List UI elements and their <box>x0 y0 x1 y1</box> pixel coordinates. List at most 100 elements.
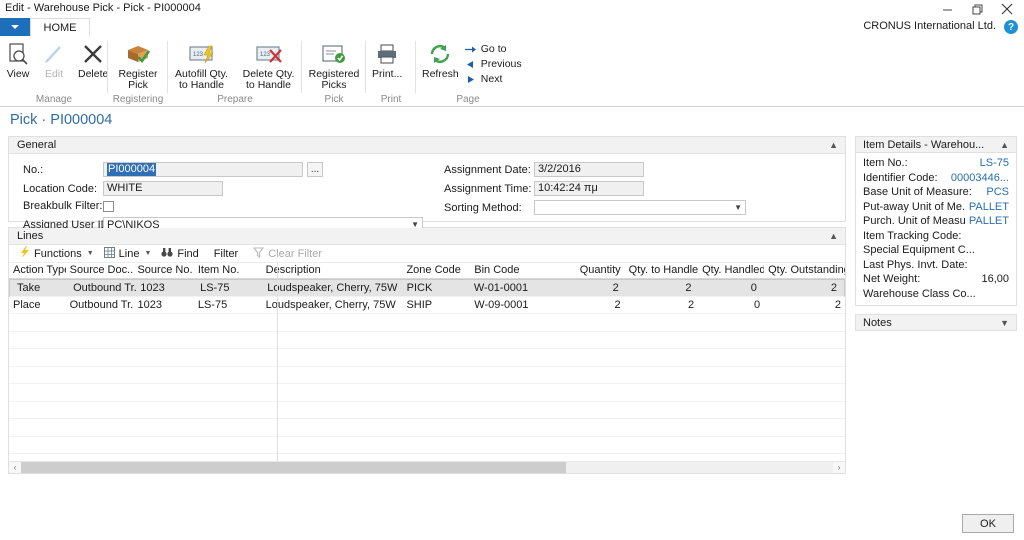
no-input[interactable]: PI000004 <box>103 162 303 177</box>
cell-bin_code[interactable]: W-01-0001 <box>470 282 559 294</box>
column-header-bin_code[interactable]: Bin Code <box>470 263 560 278</box>
autofill-qty-to-handle-button[interactable]: 123 Autofill Qty. to Handle <box>168 39 235 93</box>
chevron-up-icon[interactable]: ▲ <box>829 231 838 241</box>
functions-button[interactable]: Functions ▼ <box>17 246 101 262</box>
column-header-item_no[interactable]: Item No. <box>194 263 262 278</box>
scrollbar-thumb[interactable] <box>21 462 566 473</box>
location-code-input[interactable]: WHITE <box>103 181 223 196</box>
help-icon[interactable]: ? <box>1004 20 1018 34</box>
printer-icon <box>375 41 399 67</box>
cell-zone_code[interactable]: PICK <box>403 282 470 294</box>
notes-header[interactable]: Notes ▼ <box>855 314 1017 331</box>
restore-icon[interactable] <box>962 0 992 18</box>
table-row-empty[interactable] <box>9 332 845 349</box>
cell-bin_code[interactable]: W-09-0001 <box>470 299 560 311</box>
column-header-description[interactable]: Description <box>262 263 403 278</box>
item-details-title: Item Details - Warehou... <box>863 138 985 151</box>
assignment-time-input[interactable]: 10:42:24 πμ <box>534 181 644 196</box>
ribbon-group-prepare: 123 Autofill Qty. to Handle 123 Delete Q… <box>168 36 302 107</box>
cell-quantity[interactable]: 2 <box>561 299 625 311</box>
table-row-empty[interactable] <box>9 419 845 437</box>
lines-section-header[interactable]: Lines ▲ <box>9 228 845 245</box>
find-button[interactable]: Find <box>158 246 205 262</box>
line-button[interactable]: Line ▼ <box>101 246 159 262</box>
tab-home[interactable]: HOME <box>30 18 90 36</box>
cell-source_no[interactable]: 1023 <box>136 282 196 294</box>
view-button[interactable]: View <box>0 39 36 82</box>
edit-button[interactable]: Edit <box>36 39 72 82</box>
cell-qty_outstanding[interactable]: 2 <box>764 299 845 311</box>
cell-item_no[interactable]: LS-75 <box>194 299 262 311</box>
filter-button[interactable]: Filter <box>206 246 245 262</box>
column-header-action_type[interactable]: Action Type <box>9 263 66 278</box>
cell-action_type[interactable]: Place <box>9 299 66 311</box>
column-header-qty_to_handle[interactable]: Qty. to Handle <box>625 263 698 278</box>
refresh-button[interactable]: Refresh <box>416 39 465 82</box>
factbox-value[interactable]: PCS <box>986 186 1009 198</box>
general-section-header[interactable]: General ▲ <box>9 137 845 154</box>
page-nav-links: Go to Previous Next <box>464 39 522 85</box>
table-row-empty[interactable] <box>9 437 845 454</box>
table-row[interactable]: Take Outbound Tr... 1023 LS-75 Loudspeaker, … <box>9 279 845 297</box>
table-row-empty[interactable] <box>9 367 845 384</box>
chevron-up-icon[interactable]: ▲ <box>829 140 838 150</box>
item-details-header[interactable]: Item Details - Warehou... ▲ <box>855 136 1017 153</box>
factbox-value[interactable]: PALLET <box>969 201 1009 213</box>
registered-picks-label: Registered Picks <box>308 68 360 91</box>
assignment-date-label: Assignment Date: <box>444 163 531 176</box>
cell-quantity[interactable]: 2 <box>559 282 623 294</box>
chevron-up-icon[interactable]: ▲ <box>1000 140 1009 150</box>
table-row-empty[interactable] <box>9 384 845 402</box>
table-row-empty[interactable] <box>9 314 845 332</box>
scroll-left-arrow[interactable]: ‹ <box>9 463 21 472</box>
cell-qty_outstanding[interactable]: 2 <box>761 282 841 294</box>
assignment-date-input[interactable]: 3/2/2016 <box>534 162 644 177</box>
go-to-link[interactable]: Go to <box>464 43 522 55</box>
cell-item_no[interactable]: LS-75 <box>196 282 263 294</box>
factbox-value[interactable]: LS-75 <box>980 157 1009 169</box>
cell-zone_code[interactable]: SHIP <box>402 299 470 311</box>
cell-source_doc[interactable]: Outbound Tr... <box>69 282 136 294</box>
previous-link[interactable]: Previous <box>465 58 522 70</box>
close-icon[interactable] <box>992 0 1022 18</box>
no-lookup-button[interactable]: ... <box>307 162 323 177</box>
scroll-right-arrow[interactable]: › <box>833 463 845 472</box>
table-row[interactable]: Place Outbound Tr... 1023 LS-75 Loudspeaker,… <box>9 297 845 314</box>
cell-action_type[interactable]: Take <box>13 282 69 294</box>
register-pick-button[interactable]: Register Pick <box>108 39 168 93</box>
table-row-empty[interactable] <box>9 402 845 419</box>
cell-description[interactable]: Loudspeaker, Cherry, 75W <box>262 299 403 311</box>
chevron-down-icon[interactable]: ▼ <box>1000 318 1009 328</box>
column-header-source_doc[interactable]: Source Doc... <box>66 263 134 278</box>
next-link[interactable]: Next <box>465 73 522 85</box>
cell-qty_handled[interactable]: 0 <box>696 282 761 294</box>
cell-description[interactable]: Loudspeaker, Cherry, 75W <box>263 282 402 294</box>
column-header-qty_handled[interactable]: Qty. Handled <box>698 263 764 278</box>
column-header-source_no[interactable]: Source No. <box>133 263 193 278</box>
cell-source_no[interactable]: 1023 <box>133 299 193 311</box>
column-header-zone_code[interactable]: Zone Code <box>402 263 470 278</box>
lines-horizontal-scrollbar[interactable]: ‹ › <box>9 461 845 473</box>
clear-filter-button[interactable]: Clear Filter <box>245 246 329 262</box>
column-header-qty_outstanding[interactable]: Qty. Outstanding <box>764 263 845 278</box>
ok-button[interactable]: OK <box>962 514 1014 533</box>
notes-section: Notes ▼ <box>855 314 1017 331</box>
registered-picks-button[interactable]: Registered Picks <box>302 39 366 93</box>
cell-source_doc[interactable]: Outbound Tr... <box>66 299 134 311</box>
scrollbar-track[interactable] <box>21 462 833 473</box>
sorting-method-select[interactable]: ▼ <box>534 200 746 215</box>
table-row-empty[interactable] <box>9 349 845 367</box>
factbox-value[interactable]: 00003446... <box>951 172 1009 184</box>
column-header-quantity[interactable]: Quantity <box>561 263 625 278</box>
application-menu-button[interactable] <box>0 18 30 36</box>
factbox-row: Put-away Unit of Me... PALLET <box>856 200 1016 215</box>
breakbulk-filter-checkbox[interactable] <box>103 200 114 212</box>
delete-qty-to-handle-button[interactable]: 123 Delete Qty. to Handle <box>235 39 302 93</box>
find-label: Find <box>177 247 199 260</box>
cell-qty_to_handle[interactable]: 2 <box>623 282 696 294</box>
cell-qty_handled[interactable]: 0 <box>698 299 764 311</box>
minimize-icon[interactable] <box>932 0 962 18</box>
cell-qty_to_handle[interactable]: 2 <box>625 299 698 311</box>
factbox-value[interactable]: PALLET <box>969 215 1009 227</box>
print-button[interactable]: Print... <box>366 39 408 82</box>
